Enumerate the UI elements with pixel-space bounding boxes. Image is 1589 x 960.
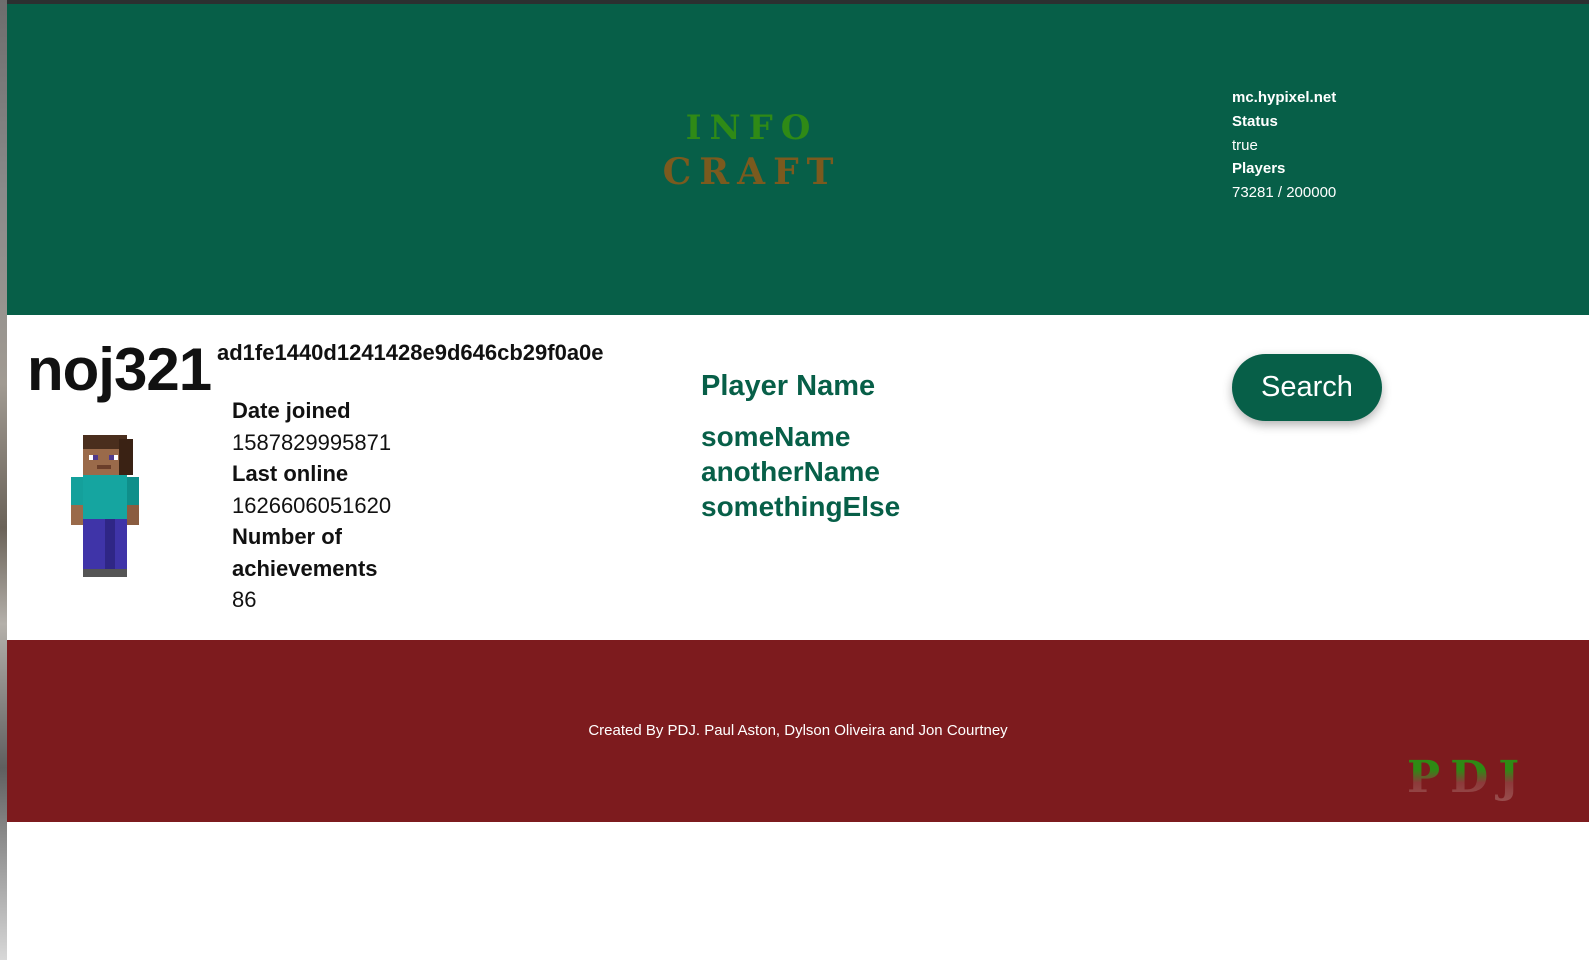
server-status-panel: mc.hypixel.net Status true Players 73281…: [1232, 86, 1336, 205]
player-stats: Date joined 1587829995871 Last online 16…: [232, 395, 452, 616]
server-players-label: Players: [1232, 160, 1286, 178]
name-history-item: someName: [701, 421, 851, 452]
desktop-background-strip: [0, 0, 7, 960]
player-uuid: ad1fe1440d1241428e9d646cb29f0a0e: [217, 340, 604, 365]
achievements-value: 86: [232, 587, 257, 612]
name-history-header: Player Name: [701, 370, 876, 402]
server-host: mc.hypixel.net: [1232, 89, 1337, 106]
player-skin-image: [71, 435, 139, 577]
site-header: INFO CRAFT mc.hypixel.net Status true Pl…: [7, 4, 1589, 315]
pdj-logo: PDJ: [1407, 752, 1530, 803]
date-joined-label: Date joined: [232, 398, 351, 423]
infocraft-logo: INFO CRAFT: [647, 106, 857, 194]
logo-line-info: INFO: [685, 108, 819, 148]
player-username: noj321: [27, 336, 212, 403]
last-online-value: 1626606051620: [232, 492, 392, 518]
server-status-value: true: [1232, 136, 1258, 154]
footer-credits: Created By PDJ. Paul Aston, Dylson Olive…: [588, 722, 1008, 739]
name-history-item: somethingElse: [701, 491, 901, 522]
name-history: Player Name someName anotherName somethi…: [701, 370, 900, 524]
site-footer: Created By PDJ. Paul Aston, Dylson Olive…: [7, 640, 1589, 822]
server-status-label: Status: [1232, 112, 1278, 130]
achievements-label: Number of achievements: [232, 524, 378, 581]
logo-line-craft: CRAFT: [662, 151, 842, 193]
last-online-label: Last online: [232, 461, 349, 486]
name-history-item: anotherName: [701, 456, 880, 487]
search-button[interactable]: Search: [1232, 354, 1382, 421]
player-info-section: noj321 ad1fe1440d1241428e9d646cb29f0a0e …: [7, 315, 1589, 640]
server-players-value: 73281 / 200000: [1232, 184, 1337, 201]
date-joined-value: 1587829995871: [232, 429, 392, 455]
